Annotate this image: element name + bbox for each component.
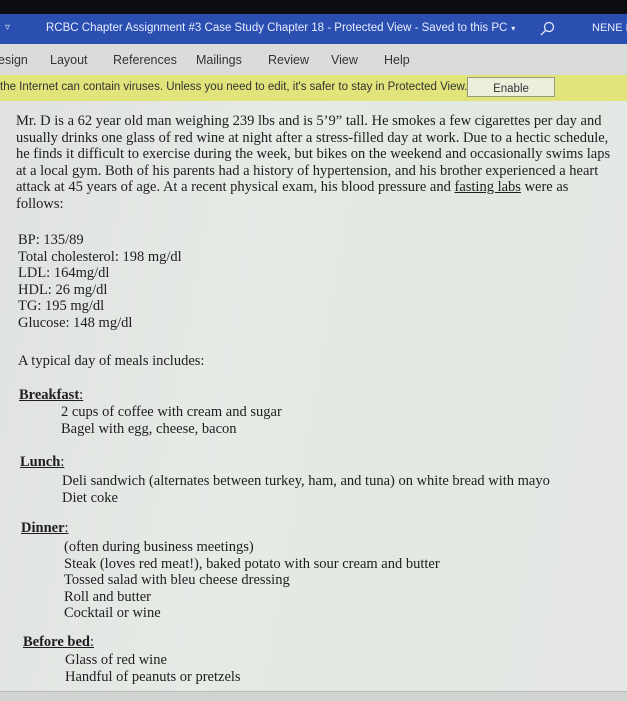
colon: : [64,520,69,536]
tab-review[interactable]: Review [268,53,309,67]
lab-glucose: Glucose: 148 mg/dl [18,314,133,331]
case-intro-paragraph: Mr. D is a 62 year old man weighing 239 … [16,113,616,212]
meal-item: Handful of peanuts or pretzels [65,668,241,685]
meal-items-before-bed: Glass of red wine Handful of peanuts or … [65,652,241,685]
colon: : [60,454,65,470]
meal-item: Tossed salad with bleu cheese dressing [64,572,290,588]
meal-heading-before-bed: Before bed: [23,634,94,651]
title-caret-icon[interactable]: ▾ [511,24,515,33]
tab-layout[interactable]: Layout [50,53,88,67]
tab-view[interactable]: View [331,53,358,67]
meal-heading-lunch: Lunch: [20,454,64,471]
colon: : [79,387,84,403]
tab-design[interactable]: esign [0,53,28,67]
meal-item: Bagel with egg, cheese, bacon [61,420,237,437]
meal-heading-breakfast: Breakfast: [19,387,83,404]
protected-view-bar: the Internet can contain viruses. Unless… [0,75,627,115]
lab-total-cholesterol: Total cholesterol: 198 mg/dl [18,248,182,265]
lab-results: BP: 135/89 Total cholesterol: 198 mg/dl … [18,232,182,331]
title-bar: ▿ RCBC Chapter Assignment #3 Case Study … [0,14,627,44]
lab-ldl: LDL: 164mg/dl [18,265,110,281]
meal-item: Steak (loves red meat!), baked potato wi… [64,555,440,572]
tab-references[interactable]: References [113,53,177,67]
meal-items-breakfast: 2 cups of coffee with cream and sugar Ba… [61,404,282,437]
meal-item: Glass of red wine [65,652,167,668]
meal-label: Before bed [23,634,90,650]
document-body[interactable]: Mr. D is a 62 year old man weighing 239 … [0,101,627,691]
dropdown-arrow-icon[interactable]: ▿ [5,22,10,33]
meal-label: Lunch [20,454,61,470]
meal-item: 2 cups of coffee with cream and sugar [61,404,282,420]
meal-heading-dinner: Dinner: [21,520,69,537]
document-title-text: RCBC Chapter Assignment #3 Case Study Ch… [46,22,508,34]
meals-intro: A typical day of meals includes: [18,353,205,369]
meal-label: Breakfast [19,387,80,403]
user-account[interactable]: NENE D [592,22,627,34]
ribbon-tabs: esign Layout References Mailings Review … [0,44,627,75]
tab-help[interactable]: Help [384,53,410,67]
meal-items-lunch: Deli sandwich (alternates between turkey… [62,473,550,506]
meal-item: Diet coke [62,489,118,506]
meal-label: Dinner [21,520,65,536]
lab-tg: TG: 195 mg/dl [18,298,105,314]
meal-item: Roll and butter [64,588,151,605]
protected-view-message: the Internet can contain viruses. Unless… [0,81,468,93]
lab-bp: BP: 135/89 [18,232,84,248]
colon: : [90,634,95,650]
enable-editing-button[interactable]: Enable Editing [467,77,555,115]
meal-item: Cocktail or wine [64,605,161,621]
meal-items-dinner: (often during business meetings) Steak (… [64,539,440,622]
search-icon[interactable] [539,21,555,37]
meal-item: Deli sandwich (alternates between turkey… [62,473,550,489]
meal-item: (often during business meetings) [64,539,254,555]
fasting-labs-text: fasting labs [454,179,521,195]
document-title[interactable]: RCBC Chapter Assignment #3 Case Study Ch… [46,22,515,34]
lab-hdl: HDL: 26 mg/dl [18,281,108,298]
tab-mailings[interactable]: Mailings [196,53,242,67]
screen-bezel [0,0,627,14]
